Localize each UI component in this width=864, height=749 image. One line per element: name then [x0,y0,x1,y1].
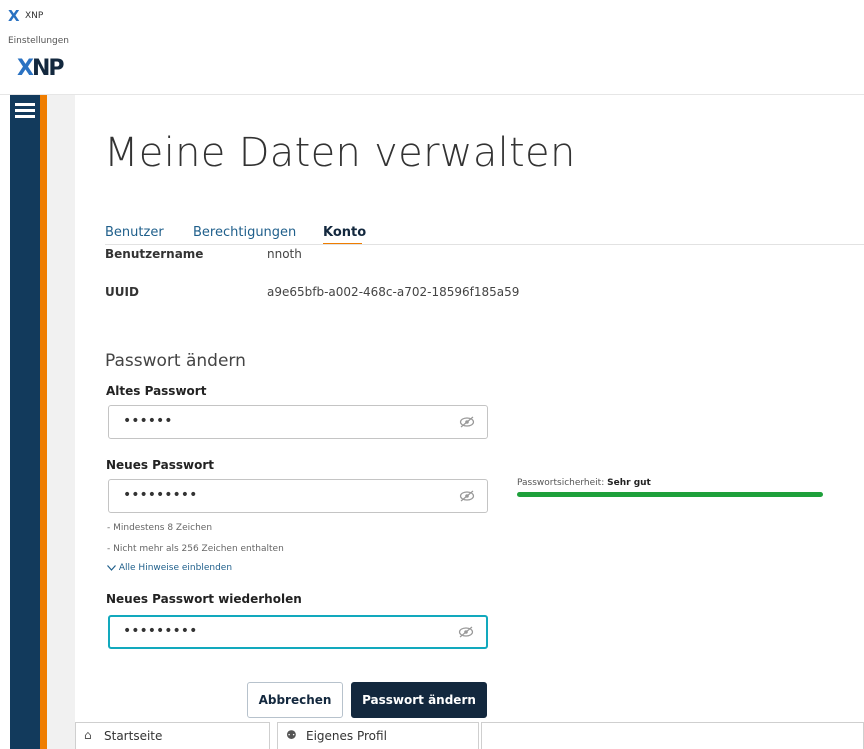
tab-berechtigungen[interactable]: Berechtigungen [193,225,296,240]
old-password-field[interactable]: •••••• [108,405,488,439]
page-title: Meine Daten verwalten [104,130,576,176]
footer-tab-startseite[interactable]: ⌂ Startseite [75,722,270,749]
users-icon: ⚉ [286,728,297,742]
username-label: Benutzername [105,247,204,261]
password-strength-label: Passwortsicherheit: [517,478,605,488]
uuid-value: a9e65bfb-a002-468c-a702-18596f185a59 [267,285,520,299]
footer-tab-eigenes-profil[interactable]: ⚉ Eigenes Profil [277,722,479,749]
change-password-button[interactable]: Passwort ändern [351,682,487,718]
app-title: XNP [25,11,44,21]
repeat-password-label: Neues Passwort wiederholen [106,592,302,606]
repeat-password-value: ••••••••• [123,623,198,639]
eye-off-icon[interactable] [458,626,474,638]
footer-tab-label: Startseite [104,729,163,743]
home-icon: ⌂ [84,728,92,742]
footer-tab-empty[interactable] [481,722,864,749]
hint-max-length: - Nicht mehr als 256 Zeichen enthalten [107,544,284,554]
hint-min-length: - Mindestens 8 Zeichen [107,523,213,533]
header-divider [0,94,864,95]
eye-off-icon[interactable] [459,416,475,428]
password-strength: Passwortsicherheit: Sehr gut [517,478,651,488]
brand-logo: XNP [17,56,64,81]
app-subtitle: Einstellungen [8,36,70,46]
old-password-label: Altes Passwort [106,384,207,398]
new-password-label: Neues Passwort [106,458,215,472]
sidebar-accent-bar [40,95,47,749]
password-strength-value: Sehr gut [607,478,651,488]
show-all-hints-link[interactable]: Alle Hinweise einblenden [107,563,232,573]
repeat-password-field[interactable]: ••••••••• [108,615,488,649]
show-all-hints-label: Alle Hinweise einblenden [118,563,233,573]
sidebar-gutter [47,95,75,749]
footer-tab-label: Eigenes Profil [306,729,387,743]
old-password-value: •••••• [123,413,173,429]
username-value: nnoth [267,247,302,261]
eye-off-icon[interactable] [459,490,475,502]
chevron-down-icon [107,564,116,571]
tabs-divider [105,244,864,245]
new-password-value: ••••••••• [123,487,198,503]
hamburger-menu-icon[interactable] [15,103,35,119]
uuid-label: UUID [105,285,139,299]
app-logo-icon: X [8,7,20,25]
password-section-title: Passwort ändern [105,351,246,372]
tab-konto[interactable]: Konto [323,225,366,240]
sidebar [10,95,40,749]
title-bar: X XNP Einstellungen XNP [0,0,864,92]
cancel-button[interactable]: Abbrechen [247,682,343,718]
password-strength-bar [517,492,823,497]
tab-benutzer[interactable]: Benutzer [105,225,164,240]
new-password-field[interactable]: ••••••••• [108,479,488,513]
